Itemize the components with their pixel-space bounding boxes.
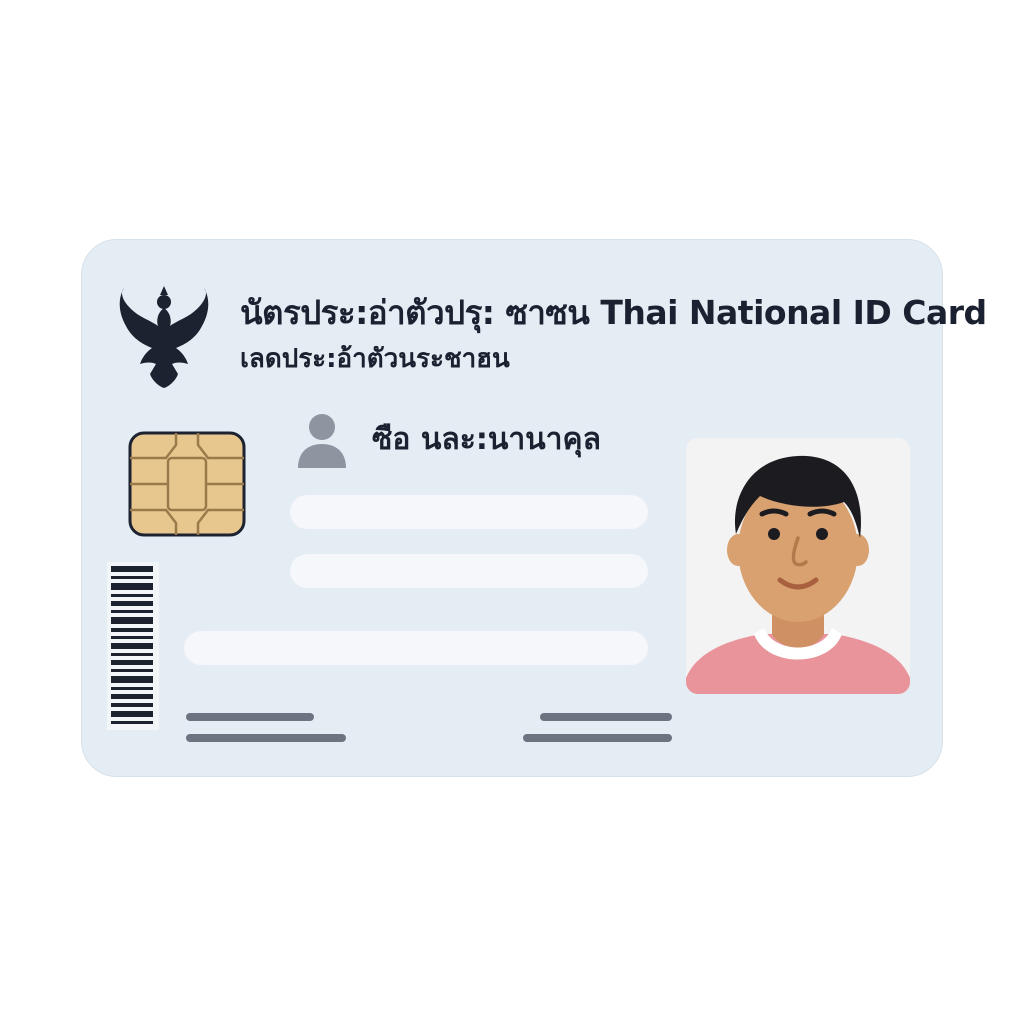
info-field-3 xyxy=(184,631,648,665)
portrait-photo xyxy=(686,438,910,694)
smart-card-chip-icon xyxy=(128,431,246,537)
detail-line-1 xyxy=(186,713,314,721)
id-card: นัตรประ:อ่าตัวปรุ: ซาซน Thai National ID… xyxy=(81,239,987,777)
detail-line-4 xyxy=(523,734,672,742)
person-icon xyxy=(296,410,348,470)
name-label: ซือ นละ:นานาคุล xyxy=(372,422,601,457)
detail-line-3 xyxy=(540,713,672,721)
barcode-icon xyxy=(107,562,159,730)
detail-line-2 xyxy=(186,734,346,742)
card-subtitle: เลดประ:อ้าตัวนระชาฮน xyxy=(240,344,510,374)
info-field-2 xyxy=(290,554,648,588)
garuda-emblem-icon xyxy=(116,286,212,396)
info-field-1 xyxy=(290,495,648,529)
page: นัตรประ:อ่าตัวปรุ: ซาซน Thai National ID… xyxy=(0,0,1024,1024)
card-title: นัตรประ:อ่าตัวปรุ: ซาซน Thai National ID… xyxy=(240,293,987,332)
